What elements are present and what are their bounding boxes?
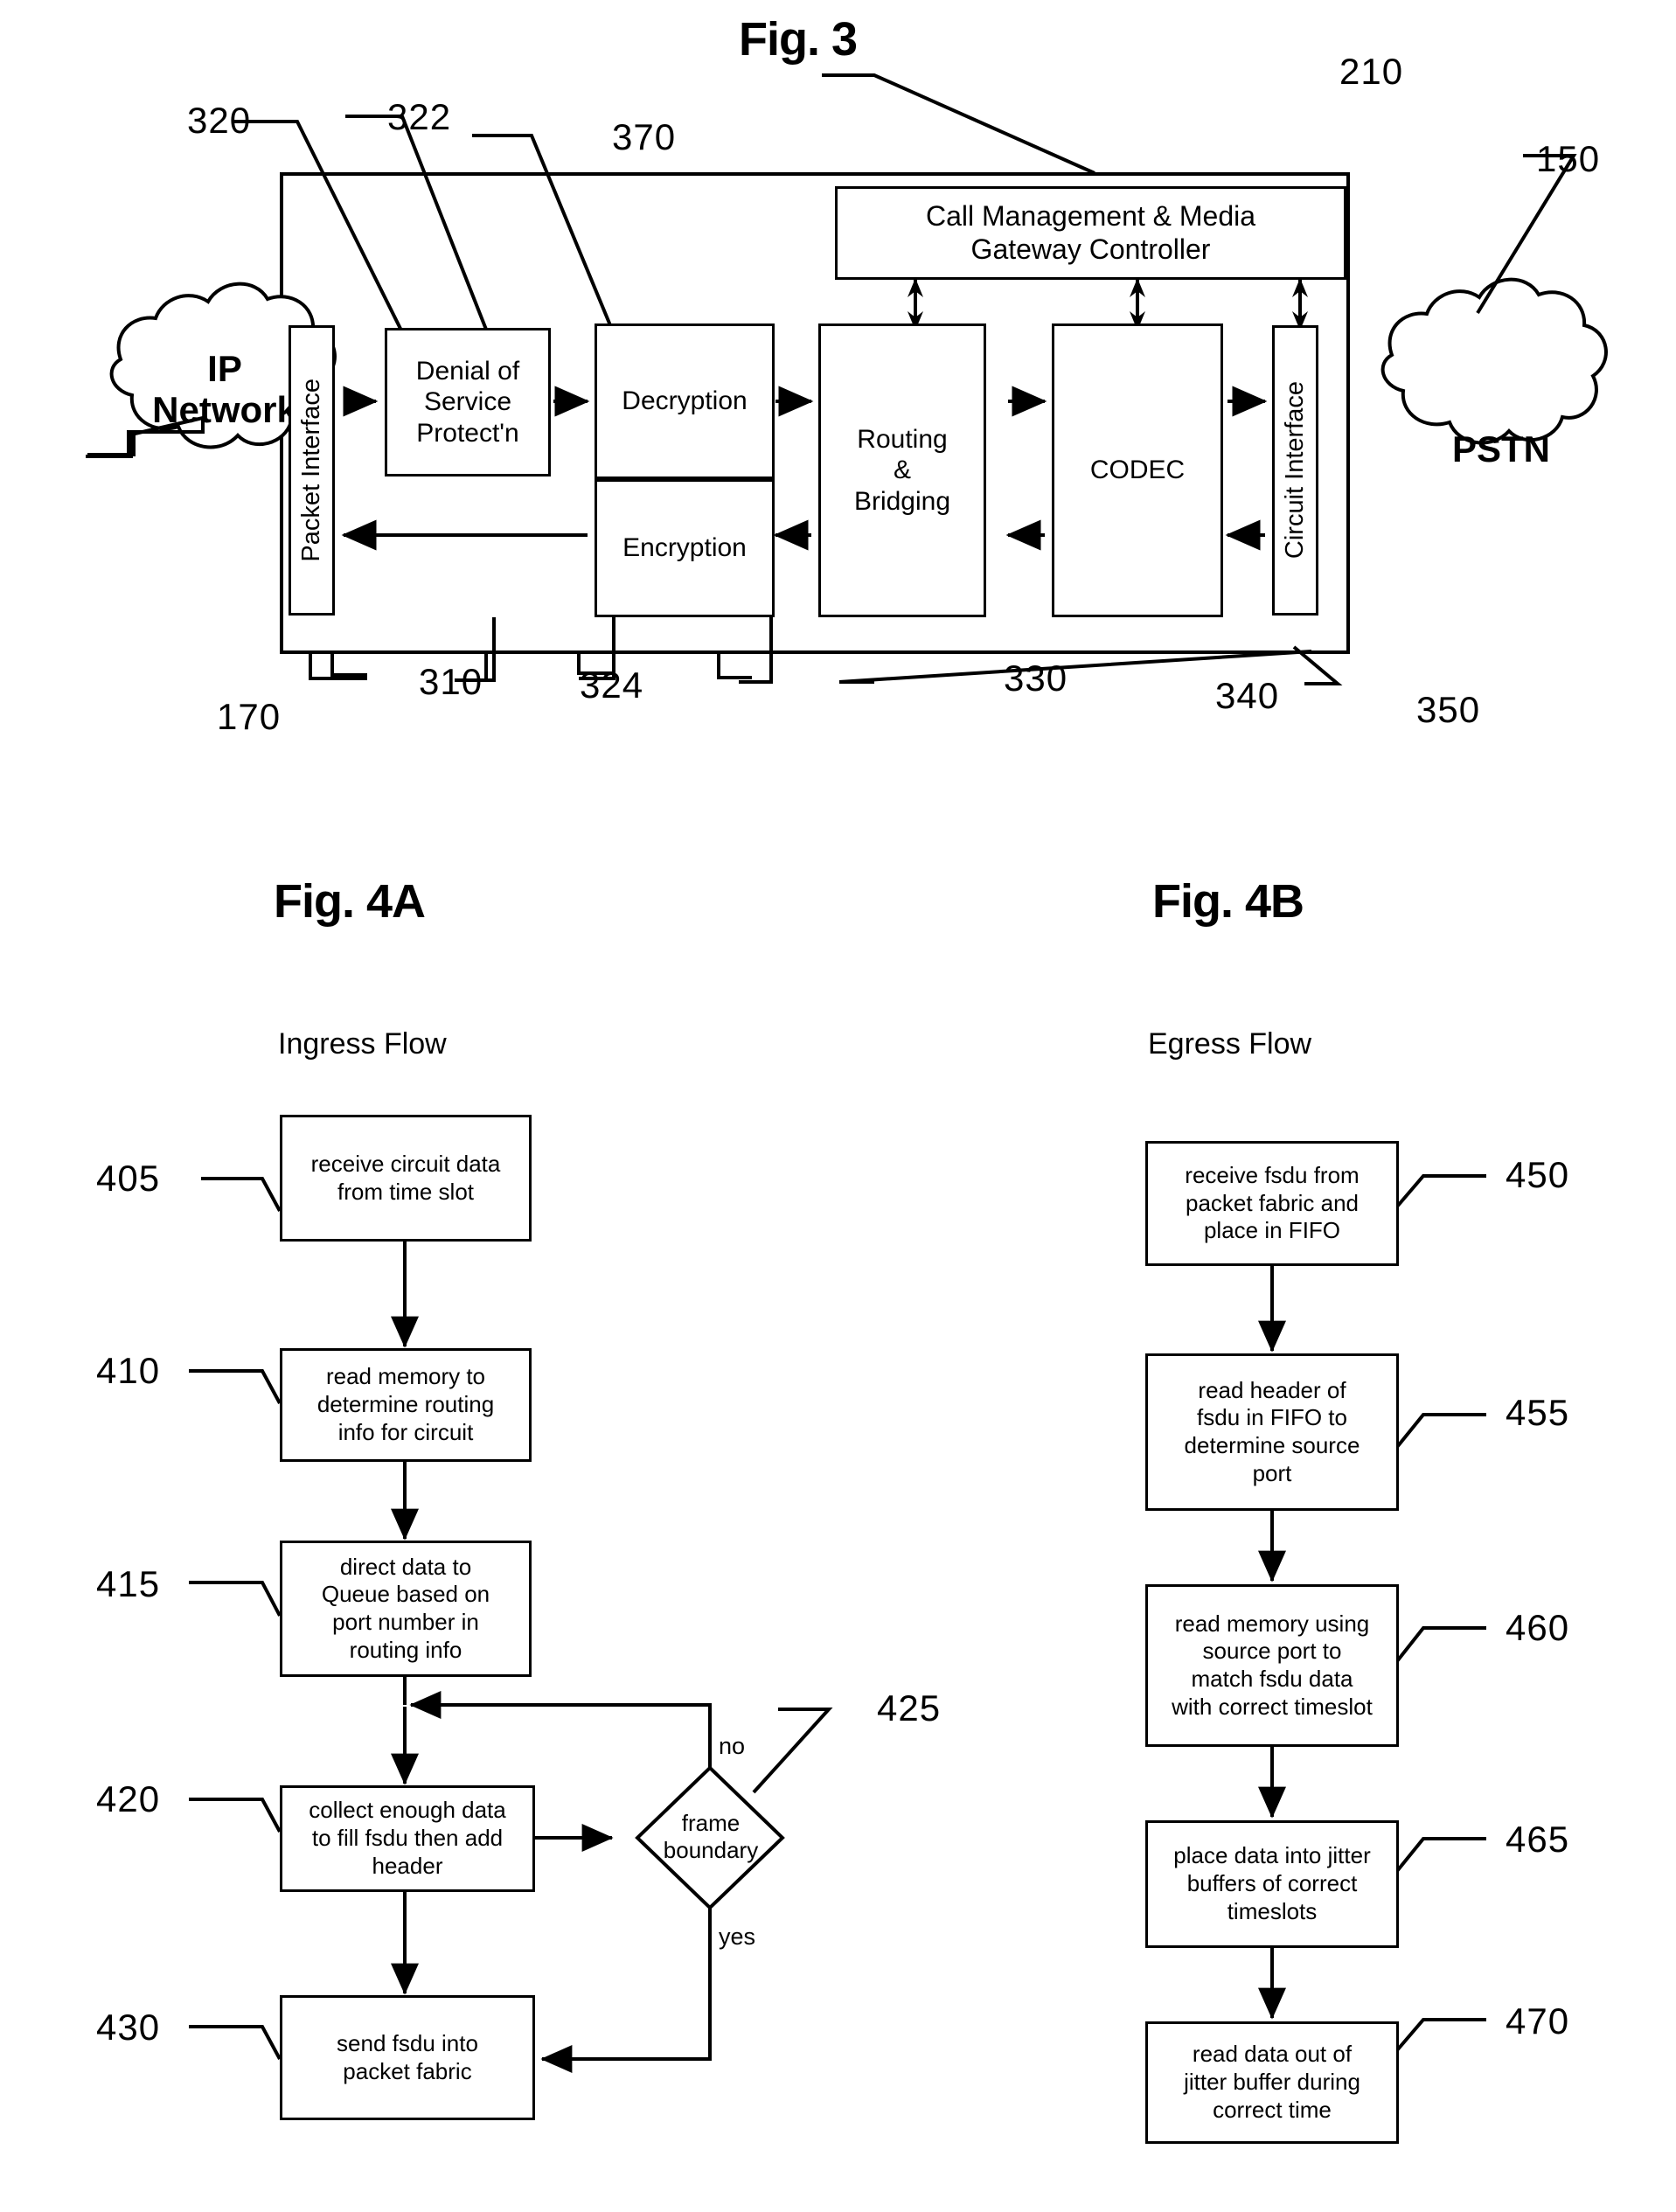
ref-210: 210 [1339, 51, 1404, 92]
fig4a-ref-420: 420 [96, 1778, 161, 1819]
routing-line2: & [893, 456, 911, 485]
fig4a-step-415-line1: direct data to [339, 1553, 472, 1580]
fig4b-step-455: read header of fsdu in FIFO to determine… [1145, 1353, 1399, 1511]
codec-block: CODEC [1052, 323, 1223, 617]
fig4b-step-460: read memory using source port to match f… [1145, 1584, 1399, 1747]
fig4a-step-415-line4: routing info [349, 1636, 462, 1663]
fig4a-step-415: direct data to Queue based on port numbe… [280, 1541, 532, 1677]
fig4b-step-470-line2: jitter buffer during [1184, 2069, 1360, 2096]
fig4b-ref-460: 460 [1506, 1607, 1570, 1648]
ref-350: 350 [1416, 689, 1481, 730]
dos-line3: Protect'n [416, 418, 519, 448]
fig4a-subtitle: Ingress Flow [278, 1027, 447, 1061]
fig4b-ref-450: 450 [1506, 1154, 1570, 1195]
ref-324: 324 [580, 664, 644, 706]
call-management-gateway-controller-block: Call Management & Media Gateway Controll… [835, 186, 1346, 280]
ref-370: 370 [612, 116, 677, 157]
circuit-interface-block: Circuit Interface [1272, 325, 1318, 616]
fig4b-step-450-line1: receive fsdu from [1185, 1161, 1360, 1188]
fig4a-step-420-line3: header [372, 1852, 443, 1879]
fig4a-step-410: read memory to determine routing info fo… [280, 1348, 532, 1462]
fig4b-subtitle: Egress Flow [1148, 1027, 1312, 1061]
fig4a-branch-no-label: no [719, 1733, 746, 1759]
ref-322: 322 [387, 96, 452, 137]
fig4a-ref-leaders [189, 1177, 282, 2060]
fig4a-ref-430: 430 [96, 2007, 161, 2048]
fig4a-ref-405: 405 [96, 1158, 161, 1199]
fig4b-step-455-line1: read header of [1198, 1376, 1346, 1403]
fig4a-step-430-line2: packet fabric [343, 2057, 472, 2084]
pstn-cloud [1380, 277, 1608, 445]
patent-drawing-sheet: Fig. 3 IP Network PSTN Packet Interface … [0, 0, 1676, 2212]
pstn-label: PSTN [1451, 428, 1550, 470]
fig4a-ref-425-leader [752, 1708, 833, 1794]
fig4b-step-460-line2: source port to [1202, 1638, 1342, 1665]
fig4a-decision-line1: frame [681, 1810, 741, 1836]
fig4a-step-410-line2: determine routing [316, 1391, 495, 1418]
fig4b-step-460-line1: read memory using [1174, 1610, 1370, 1637]
fig4b-ref-470: 470 [1506, 2000, 1570, 2042]
encryption-block: Encryption [595, 479, 775, 617]
fig4a-branch-yes-label: yes [719, 1923, 756, 1950]
fig4b-step-455-line2: fsdu in FIFO to [1197, 1404, 1347, 1431]
fig4a-decision-line2: boundary [663, 1837, 759, 1864]
fig4b-step-460-line4: with correct timeslot [1172, 1693, 1373, 1720]
fig4b-step-455-line3: determine source [1184, 1432, 1360, 1458]
call-manager-line1: Call Management & Media [925, 199, 1256, 232]
ref-310: 310 [419, 661, 483, 702]
fig4b-step-465-line2: buffers of correct [1186, 1870, 1358, 1897]
fig4b-step-465-line1: place data into jitter [1173, 1842, 1371, 1869]
fig3-title: Fig. 3 [739, 13, 858, 66]
fig4b-step-450: receive fsdu from packet fabric and plac… [1145, 1141, 1399, 1266]
fig4a-step-410-line1: read memory to [325, 1363, 486, 1390]
fig4b-ref-leaders [1395, 1174, 1486, 2052]
circuit-interface-label: Circuit Interface [1281, 381, 1309, 560]
fig4a-ref-410: 410 [96, 1350, 161, 1391]
fig4a-title: Fig. 4A [274, 875, 426, 928]
fig4a-decision-label: frame boundary [649, 1810, 773, 1864]
fig4a-step-405-line2: from time slot [337, 1178, 475, 1205]
fig4a-step-405-line1: receive circuit data [310, 1150, 501, 1177]
fig3-control-arrows [908, 278, 1308, 330]
dos-line1: Denial of [415, 356, 520, 386]
fig4a-step-420-line1: collect enough data [309, 1797, 506, 1824]
fig4b-step-465-line3: timeslots [1227, 1897, 1318, 1924]
fig4a-step-430: send fsdu into packet fabric [280, 1995, 535, 2120]
fig4a-step-405: receive circuit data from time slot [280, 1115, 532, 1242]
fig4a-step-415-line3: port number in [332, 1609, 479, 1635]
packet-interface-label: Packet Interface [297, 379, 325, 562]
routing-line3: Bridging [853, 486, 951, 516]
decryption-block: Decryption [595, 323, 775, 479]
fig4b-step-470: read data out of jitter buffer during co… [1145, 2021, 1399, 2144]
denial-of-service-block: Denial of Service Protect'n [385, 328, 551, 476]
packet-interface-block: Packet Interface [289, 325, 335, 616]
fig4a-step-415-line2: Queue based on [321, 1581, 490, 1608]
ref-170: 170 [217, 696, 282, 737]
dos-line2: Service [423, 387, 512, 417]
fig4a-step-410-line3: info for circuit [337, 1418, 474, 1445]
fig4b-step-460-line3: match fsdu data [1191, 1666, 1353, 1692]
ref-150: 150 [1536, 138, 1601, 179]
fig4a-step-430-line1: send fsdu into [337, 2029, 478, 2056]
ref-320: 320 [187, 100, 252, 141]
fig4b-ref-465: 465 [1506, 1819, 1570, 1860]
fig4b-ref-455: 455 [1506, 1392, 1570, 1433]
fig4b-step-465: place data into jitter buffers of correc… [1145, 1820, 1399, 1948]
fig4a-ref-425: 425 [877, 1687, 942, 1729]
routing-line1: Routing [857, 424, 948, 454]
fig4a-ref-415: 415 [96, 1563, 161, 1604]
routing-bridging-block: Routing & Bridging [818, 323, 986, 617]
ref-340: 340 [1215, 675, 1280, 716]
ref-330: 330 [1004, 657, 1068, 699]
fig4b-step-470-line3: correct time [1213, 2096, 1332, 2123]
fig4a-step-420: collect enough data to fill fsdu then ad… [280, 1785, 535, 1892]
call-manager-line2: Gateway Controller [970, 233, 1211, 265]
fig4b-step-450-line3: place in FIFO [1203, 1217, 1341, 1244]
fig4b-step-470-line1: read data out of [1192, 2041, 1353, 2068]
fig4a-step-420-line2: to fill fsdu then add [311, 1825, 504, 1852]
fig4b-step-450-line2: packet fabric and [1185, 1189, 1359, 1216]
fig4b-step-455-line4: port [1252, 1459, 1292, 1486]
fig4b-title: Fig. 4B [1152, 875, 1304, 928]
